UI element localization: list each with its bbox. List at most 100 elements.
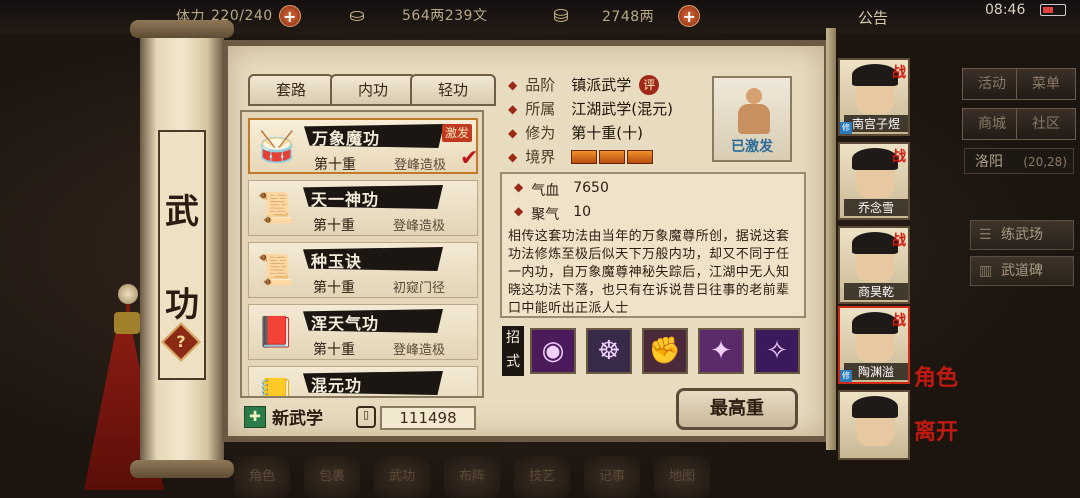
skill-list[interactable]: 🥁 万象魔功 激发 第十重 登峰造极 ✔ 📜 天一神功 第十重 登峰造极 📜 种… xyxy=(240,110,484,398)
shop-button[interactable]: 商城 xyxy=(962,108,1022,140)
nav-journal[interactable]: 记事 xyxy=(584,456,640,498)
training-ground-button[interactable]: ☰ 练武场 xyxy=(970,220,1074,250)
skill-item-wanxiang[interactable]: 🥁 万象魔功 激发 第十重 登峰造极 ✔ xyxy=(248,118,478,174)
skill-level: 第十重 xyxy=(313,342,355,358)
nav-formation[interactable]: 布阵 xyxy=(444,456,500,498)
character-card[interactable] xyxy=(838,390,910,460)
monk-head xyxy=(746,88,762,104)
character-card[interactable]: 战 乔念雪 xyxy=(838,142,910,220)
location-display[interactable]: 洛阳 (20,28) xyxy=(964,148,1074,174)
skill-item-hunyuan[interactable]: 📒 混元功 xyxy=(248,366,478,396)
battle-tag: 战 xyxy=(892,149,906,165)
skill-level: 第十重 xyxy=(313,280,355,296)
cultivation-tag-icon: 修 xyxy=(840,370,852,382)
skill-stage: 登峰造极 xyxy=(393,343,446,358)
diamond-icon: ◆ xyxy=(508,77,518,92)
monk-body xyxy=(738,104,770,134)
move-monk-icon[interactable]: ☸ xyxy=(586,328,632,374)
new-skill-button[interactable]: ✚ 新武学 xyxy=(244,404,323,429)
notice-button[interactable]: 公告 xyxy=(858,7,888,28)
character-menu-label[interactable]: 角色 xyxy=(914,360,958,392)
tab-inner-skill[interactable]: 内功 xyxy=(330,74,416,106)
skill-stage: 登峰造极 xyxy=(394,158,447,173)
tassel-knot xyxy=(114,312,140,334)
location-name: 洛阳 xyxy=(975,154,1003,170)
character-name: 南宫子煜 xyxy=(844,115,908,132)
book-red-icon: 📕 xyxy=(257,314,295,350)
character-name: 乔念雪 xyxy=(844,199,908,216)
panel-edge xyxy=(826,28,836,450)
moves-label: 招式 xyxy=(502,326,524,376)
location-count: (20,28) xyxy=(1023,155,1067,169)
nav-character[interactable]: 角色 xyxy=(234,456,290,498)
check-icon: ✔ xyxy=(460,146,479,171)
faction-row: ◆ 所属 江湖武学(混元) xyxy=(508,98,673,119)
skill-item-tianyi[interactable]: 📜 天一神功 第十重 登峰造极 xyxy=(248,180,478,236)
activity-button[interactable]: 活动 xyxy=(962,68,1022,100)
nav-skills[interactable]: 技艺 xyxy=(514,456,570,498)
skill-item-huntian[interactable]: 📕 浑天气功 第十重 登峰造极 xyxy=(248,304,478,360)
stat-value: 7650 xyxy=(573,180,609,196)
character-name: 商昊乾 xyxy=(844,283,908,300)
character-card[interactable]: 战 商昊乾 xyxy=(838,226,910,304)
realm-segment xyxy=(571,149,598,164)
nav-inventory[interactable]: 包裹 xyxy=(304,456,360,498)
scroll-icon: ☰ xyxy=(979,227,992,243)
skill-name: 万象魔功 xyxy=(312,129,381,148)
activated-label: 已激发 xyxy=(731,139,773,155)
diamond-icon: ◆ xyxy=(508,101,518,116)
nav-map[interactable]: 地图 xyxy=(654,456,710,498)
realm-row: ◆ 境界 xyxy=(508,146,654,167)
faction-key: 所属 xyxy=(525,100,556,118)
martial-stele-button[interactable]: ▥ 武道碑 xyxy=(970,256,1074,286)
move-vortex-icon[interactable]: ◉ xyxy=(530,328,576,374)
move-palm-icon[interactable]: ✧ xyxy=(754,328,800,374)
move-fist-icon[interactable]: ✊ xyxy=(642,328,688,374)
grade-value: 镇派武学 xyxy=(571,76,632,94)
skill-description-box[interactable]: ◆ 气血 7650 ◆ 聚气 10 相传这套功法由当年的万象魔尊所创，据说这套功… xyxy=(500,172,806,318)
bottom-nav: 角色 包裹 武功 布阵 技艺 记事 地图 xyxy=(224,456,824,498)
new-skill-label: 新武学 xyxy=(272,409,323,429)
monk-figure-icon xyxy=(738,88,770,136)
max-level-button[interactable]: 最高重 xyxy=(676,388,798,430)
silver-ingot-icon: ⛀ xyxy=(349,4,365,26)
diamond-icon: ◆ xyxy=(508,125,518,140)
character-card[interactable]: 战 南宫子煜 修 xyxy=(838,58,910,136)
drum-icon: 🥁 xyxy=(258,129,296,165)
points-value: 111498 xyxy=(380,406,476,430)
stat-qi: ◆ 聚气 10 xyxy=(514,204,591,224)
cultivation-value: 第十重(十) xyxy=(571,124,643,142)
skill-item-zhongyu[interactable]: 📜 种玉诀 第十重 初窥门径 xyxy=(248,242,478,298)
stele-icon: ▥ xyxy=(979,263,993,279)
battle-tag: 战 xyxy=(892,65,906,81)
title-char-2: 功 xyxy=(165,285,199,325)
add-gold-button[interactable]: + xyxy=(678,5,701,27)
description-text: 相传这套功法由当年的万象魔尊所创，据说这套功法修炼至极后似天下万般内功，却又不同… xyxy=(508,229,790,316)
add-stamina-button[interactable]: + xyxy=(278,5,301,27)
facility-label: 练武场 xyxy=(1001,227,1043,243)
activated-badge: 激发 xyxy=(442,124,473,142)
skill-level: 第十重 xyxy=(313,218,355,234)
realm-segment xyxy=(599,149,626,164)
battle-tag: 战 xyxy=(892,313,906,329)
tab-lightness[interactable]: 轻功 xyxy=(410,74,496,106)
diamond-icon: ◆ xyxy=(508,149,518,164)
realm-segment xyxy=(627,149,654,164)
move-kick-icon[interactable]: ✦ xyxy=(698,328,744,374)
avatar-hair xyxy=(852,396,898,418)
community-button[interactable]: 社区 xyxy=(1016,108,1076,140)
realm-key: 境界 xyxy=(525,148,556,166)
character-card-selected[interactable]: 战 陶渊溢 修 xyxy=(838,306,910,384)
leave-button[interactable]: 离开 xyxy=(914,414,958,446)
diamond-icon: ◆ xyxy=(514,204,524,218)
help-icon: ? xyxy=(176,332,186,351)
silver-value: 564两239文 xyxy=(402,8,488,24)
nav-martial-arts[interactable]: 武功 xyxy=(374,456,430,498)
tab-routines[interactable]: 套路 xyxy=(248,74,334,106)
skill-stage: 初窥门径 xyxy=(393,281,446,296)
menu-button[interactable]: 菜单 xyxy=(1016,68,1076,100)
evaluate-button[interactable]: 评 xyxy=(639,74,660,95)
diamond-icon: ◆ xyxy=(514,180,524,194)
gold-display: ⛁ 2748两 + xyxy=(548,5,701,27)
scroll-cap-top xyxy=(130,20,234,38)
